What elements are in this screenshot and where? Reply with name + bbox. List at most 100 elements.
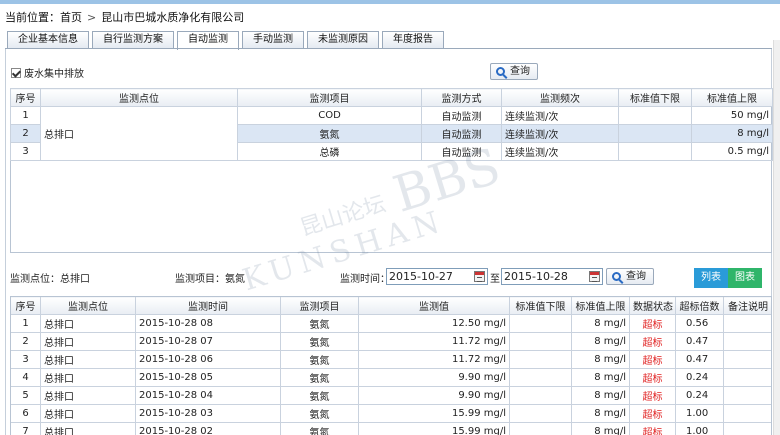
t1-col-item: 监测项目 [237,88,422,107]
row-item: 氨氮 [237,124,422,143]
table-row[interactable]: 1 总排口 COD 自动监测 连续监测/次 50 mg/l [10,106,773,161]
query-button-top[interactable]: 查询 [490,63,538,80]
row-status: 超标 [629,404,676,423]
table-row[interactable]: 4 总排口 2015-10-28 05 氨氮 9.90 mg/l 8 mg/l 超标 0.24 [11,368,771,387]
calendar-icon[interactable] [589,271,600,282]
table-row[interactable]: 5 总排口 2015-10-28 04 氨氮 9.90 mg/l 8 mg/l 超标 0.24 [11,386,771,405]
page-scrollbar[interactable] [773,40,780,435]
wastewater-checkbox-row[interactable]: 废水集中排放 [11,65,84,80]
row-high: 8 mg/l [571,404,630,423]
row-item: 氨氮 [280,386,359,405]
t2-col-value: 监测值 [358,297,510,315]
row-freq: 连续监测/次 [501,124,619,143]
table-row[interactable]: 1 总排口 2015-10-28 08 氨氮 12.50 mg/l 8 mg/l 超标 0.5… [11,314,771,333]
breadcrumb-home-link[interactable]: 首页 [60,11,82,24]
table-row[interactable]: 3 总排口 2015-10-28 06 氨氮 11.72 mg/l 8 mg/l 超标 0.4… [11,350,771,369]
breadcrumb-prefix: 当前位置： [5,11,60,24]
row-time: 2015-10-28 06 [135,350,281,369]
row-item: 氨氮 [280,422,359,435]
row-point: 总排口 [40,314,136,333]
row-freq: 连续监测/次 [501,106,619,125]
row-status: 超标 [629,314,676,333]
row-freq: 连续监测/次 [501,142,619,161]
row-high: 8 mg/l [571,314,630,333]
table-row[interactable]: 6 总排口 2015-10-28 03 氨氮 15.99 mg/l 8 mg/l 超标 1.0… [11,404,771,423]
row-item: 氨氮 [280,350,359,369]
t1-col-high: 标准值上限 [691,88,773,107]
t2-col-low: 标准值下限 [509,297,572,315]
row-low [509,386,572,405]
breadcrumb: 当前位置：首页 > 昆山市巴城水质净化有限公司 [5,9,244,25]
row-high: 8 mg/l [571,350,630,369]
row-value: 12.50 mg/l [358,314,510,333]
row-times: 0.47 [675,350,724,369]
filter-item-label: 监测项目：氨氮 [175,274,245,285]
row-times: 1.00 [675,422,724,435]
row-no: 1 [10,106,41,125]
row-times: 0.24 [675,368,724,387]
row-note [723,332,771,351]
row-status: 超标 [629,332,676,351]
row-high: 0.5 mg/l [691,142,773,161]
wastewater-checkbox[interactable] [11,67,21,78]
monitoring-points-table-container: 序号 监测点位 监测项目 监测方式 监测频次 标准值下限 标准值上限 1 总排口… [10,88,773,253]
t2-col-high: 标准值上限 [571,297,630,315]
row-note [723,314,771,333]
row-time: 2015-10-28 07 [135,332,281,351]
t2-col-no: 序号 [11,297,41,315]
breadcrumb-separator: > [87,11,97,24]
t2-col-point: 监测点位 [40,297,136,315]
row-item: 氨氮 [280,314,359,333]
row-times: 0.24 [675,386,724,405]
row-no: 5 [11,386,41,405]
t2-col-item: 监测项目 [280,297,359,315]
query-button-bottom[interactable]: 查询 [606,268,654,285]
row-high: 8 mg/l [571,368,630,387]
query-button-bottom-label: 查询 [626,271,646,282]
breadcrumb-company: 昆山市巴城水质净化有限公司 [101,11,245,24]
row-time: 2015-10-28 02 [135,422,281,435]
row-times: 0.56 [675,314,724,333]
row-low [509,422,572,435]
row-time: 2015-10-28 08 [135,314,281,333]
row-point: 总排口 [40,386,136,405]
tab-self-monitoring-plan[interactable]: 自行监测方案 [92,31,174,49]
t2-col-note: 备注说明 [723,297,771,315]
date-from-input[interactable]: 2015-10-27 [386,268,488,285]
t1-col-point: 监测点位 [40,88,238,107]
chart-view-button[interactable]: 图表 [728,268,762,288]
tab-annual-report[interactable]: 年度报告 [382,31,444,49]
filter-time-label: 监测时间： [340,274,390,285]
row-no: 7 [11,422,41,435]
row-point: 总排口 [40,106,238,161]
row-high: 8 mg/l [691,124,773,143]
row-no: 3 [10,142,41,161]
t1-col-low: 标准值下限 [618,88,692,107]
tab-manual-monitoring[interactable]: 手动监测 [242,31,304,49]
list-view-button[interactable]: 列表 [694,268,728,288]
calendar-icon[interactable] [474,271,485,282]
row-note [723,422,771,435]
row-high: 50 mg/l [691,106,773,125]
t2-col-times: 超标倍数 [675,297,724,315]
date-to-input[interactable]: 2015-10-28 [501,268,603,285]
table-row[interactable]: 7 总排口 2015-10-28 02 氨氮 15.99 mg/l 8 mg/l 超标 1.0… [11,422,771,435]
row-status: 超标 [629,368,676,387]
row-low [509,314,572,333]
table-row[interactable]: 2 总排口 2015-10-28 07 氨氮 11.72 mg/l 8 mg/l 超标 0.4… [11,332,771,351]
row-note [723,404,771,423]
row-value: 15.99 mg/l [358,422,510,435]
t1-col-freq: 监测频次 [501,88,619,107]
row-item: 氨氮 [280,368,359,387]
row-low [618,124,692,143]
monitoring-data-table: 序号 监测点位 监测时间 监测项目 监测值 标准值下限 标准值上限 数据状态 超… [11,297,771,435]
tab-unmonitored-reason[interactable]: 未监测原因 [307,31,379,49]
row-low [618,106,692,125]
row-time: 2015-10-28 05 [135,368,281,387]
row-times: 0.47 [675,332,724,351]
tab-company-info[interactable]: 企业基本信息 [7,31,89,49]
row-value: 15.99 mg/l [358,404,510,423]
row-low [509,350,572,369]
search-icon [496,67,505,76]
row-note [723,350,771,369]
